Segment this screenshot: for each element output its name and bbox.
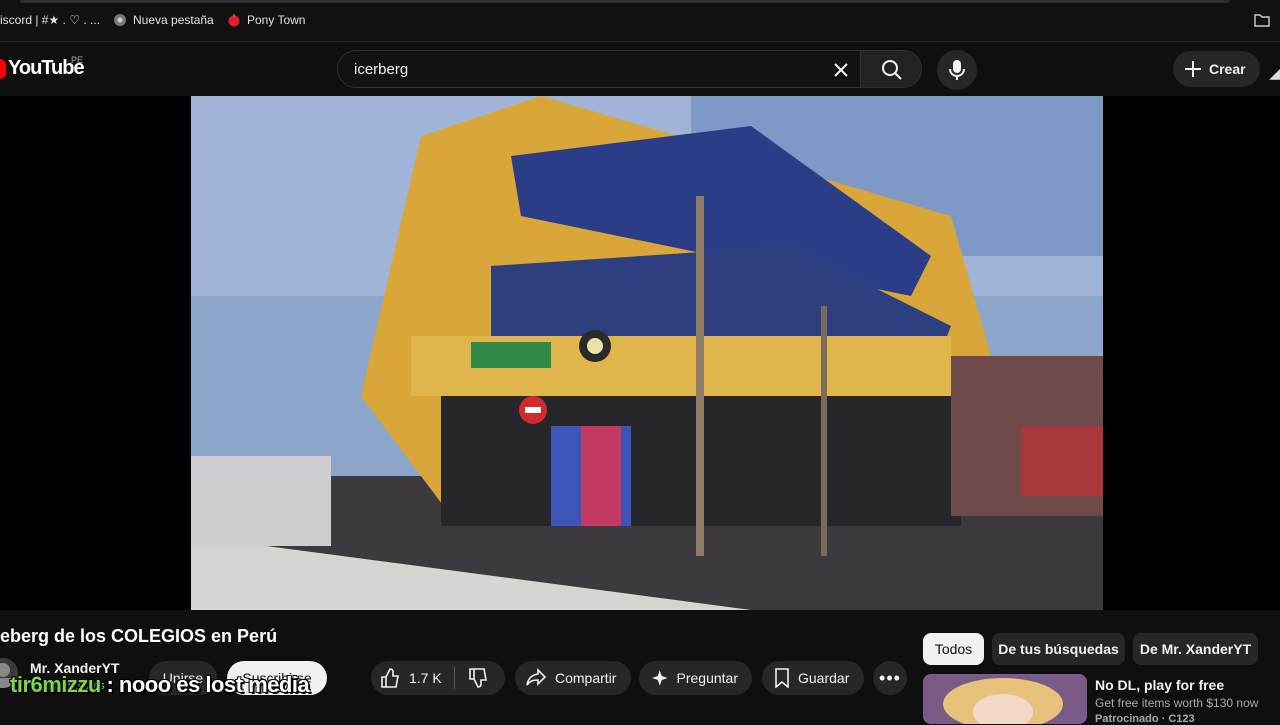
- share-icon: [526, 668, 547, 686]
- chrome-icon: [114, 14, 126, 26]
- ask-label: Preguntar: [676, 670, 738, 686]
- clear-search-icon[interactable]: [828, 57, 854, 83]
- plus-icon: [1185, 61, 1201, 77]
- ad-subtitle: Get free items worth $130 now: [1095, 696, 1259, 710]
- chip-from-channel[interactable]: De Mr. XanderYT: [1133, 633, 1258, 665]
- ad-sponsored-label: Patrocinado · C123: [1095, 713, 1195, 725]
- country-code: PE: [71, 55, 84, 65]
- save-button[interactable]: Guardar: [762, 661, 864, 695]
- bookmark-icon: [775, 668, 789, 688]
- apple-icon: [228, 14, 240, 27]
- below-video: eberg de los COLEGIOS en Perú Mr. Xander…: [0, 610, 1280, 725]
- microphone-icon: [949, 60, 965, 80]
- search-input[interactable]: icerberg: [354, 61, 408, 78]
- video-frame[interactable]: [191, 96, 1103, 610]
- bookmark-discord[interactable]: iscord | #★ . ♡ . ...: [0, 13, 100, 27]
- chip-all[interactable]: Todos: [923, 633, 984, 665]
- share-label: Compartir: [555, 670, 617, 686]
- voice-search-button[interactable]: [937, 50, 977, 90]
- bookmarks-bar: iscord | #★ . ♡ . ... Nueva pestaña Pony…: [0, 0, 1280, 42]
- search-box[interactable]: icerberg: [337, 50, 861, 88]
- youtube-logo[interactable]: YouTube PE: [0, 55, 85, 80]
- like-divider: [453, 667, 455, 689]
- more-icon: •••: [879, 667, 901, 688]
- ad-title[interactable]: No DL, play for free: [1095, 677, 1224, 693]
- search-icon: [882, 60, 902, 80]
- thumbs-up-icon[interactable]: [379, 667, 401, 689]
- video-title: eberg de los COLEGIOS en Perú: [0, 626, 278, 646]
- youtube-header: YouTube PE icerberg Crear ◢: [0, 42, 1280, 96]
- video-player[interactable]: [0, 96, 1280, 610]
- like-dislike-group: 1.7 K: [371, 661, 505, 695]
- create-button[interactable]: Crear: [1173, 51, 1260, 87]
- thumbs-down-icon[interactable]: [467, 667, 489, 689]
- ask-button[interactable]: Preguntar: [639, 661, 752, 695]
- chat-message: : nooo es lost media: [100, 672, 310, 697]
- cut-off-icon[interactable]: ◢: [1269, 65, 1280, 82]
- share-button[interactable]: Compartir: [515, 661, 631, 695]
- sparkle-icon: [651, 670, 668, 686]
- more-actions-button[interactable]: •••: [873, 661, 907, 695]
- folder-icon[interactable]: [1254, 13, 1270, 27]
- bookmark-label: Nueva pestaña: [133, 13, 214, 27]
- search-button[interactable]: [860, 50, 922, 88]
- chat-overlay: tir6mizzu : nooo es lost media: [10, 672, 310, 698]
- bookmark-new-tab[interactable]: Nueva pestaña: [113, 13, 214, 27]
- create-label: Crear: [1209, 61, 1246, 77]
- video-thumbnail-image: [191, 96, 1103, 610]
- tab-strip-edge: [20, 0, 1230, 3]
- save-label: Guardar: [798, 670, 850, 686]
- like-count[interactable]: 1.7 K: [409, 670, 442, 686]
- logo-play-icon: [0, 58, 6, 79]
- ad-image: [923, 674, 1087, 724]
- bookmark-label: iscord | #★ . ♡ . ...: [0, 13, 100, 27]
- ad-thumbnail[interactable]: [923, 674, 1087, 724]
- chat-username: tir6mizzu: [10, 672, 101, 697]
- bookmark-pony-town[interactable]: Pony Town: [227, 13, 305, 27]
- bookmark-label: Pony Town: [247, 13, 306, 27]
- chip-from-searches[interactable]: De tus búsquedas: [992, 633, 1125, 665]
